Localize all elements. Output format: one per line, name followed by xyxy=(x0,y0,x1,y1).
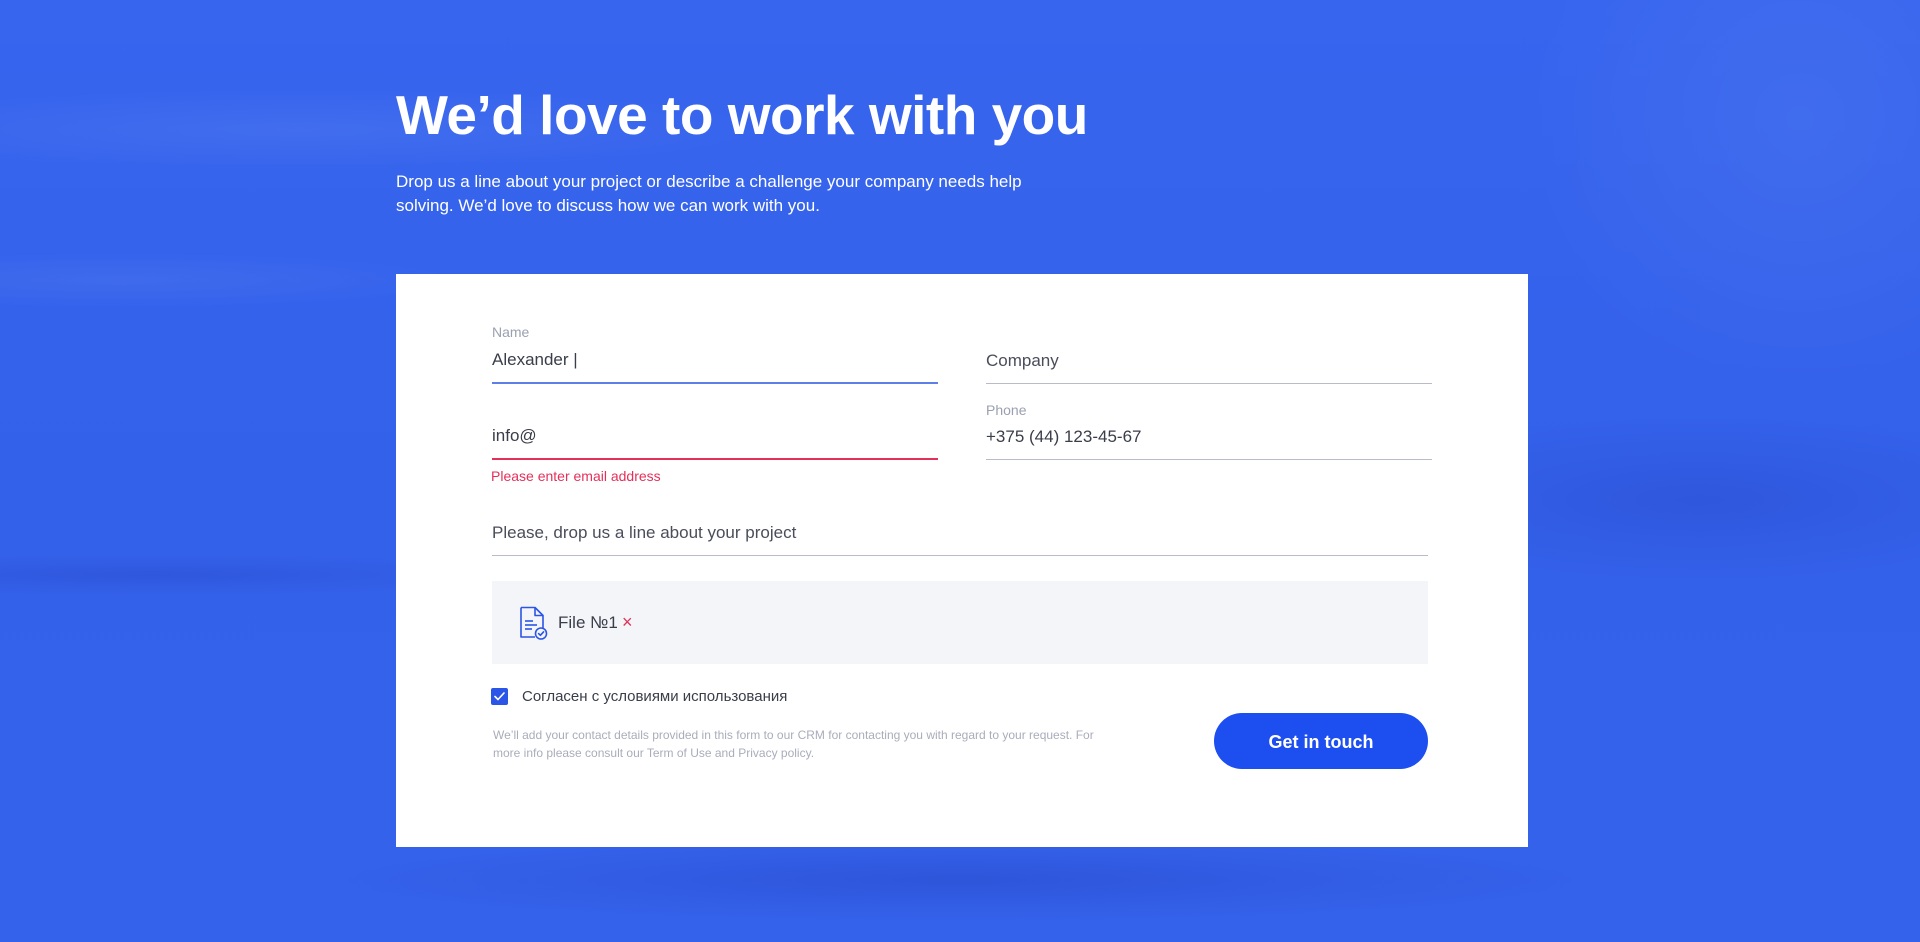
phone-field-label: Phone xyxy=(986,402,1027,418)
name-field-label: Name xyxy=(492,324,530,340)
get-in-touch-button[interactable]: Get in touch xyxy=(1214,713,1428,769)
privacy-disclaimer: We’ll add your contact details provided … xyxy=(493,728,1094,760)
remove-attachment-button[interactable]: × xyxy=(622,612,633,633)
message-field[interactable]: Please, drop us a line about your projec… xyxy=(492,500,1428,556)
checkmark-icon xyxy=(494,692,505,701)
phone-field-value[interactable]: +375 (44) 123-45-67 xyxy=(986,427,1141,447)
page-title: We’d love to work with you xyxy=(396,84,1088,146)
message-field-placeholder[interactable]: Please, drop us a line about your projec… xyxy=(492,523,796,543)
page-description: Drop us a line about your project or des… xyxy=(396,172,1022,215)
contact-form-card: Name Alexander | Company info@ Please en… xyxy=(396,274,1528,847)
name-field-value[interactable]: Alexander | xyxy=(492,350,578,370)
file-check-icon xyxy=(518,606,548,640)
phone-field[interactable]: Phone +375 (44) 123-45-67 xyxy=(986,402,1432,460)
attachment-box: File №1 × xyxy=(492,581,1428,664)
email-field[interactable]: info@ xyxy=(492,400,938,460)
company-field-placeholder[interactable]: Company xyxy=(986,351,1059,371)
attachment-file-name: File №1 xyxy=(558,613,618,632)
email-error-message: Please enter email address xyxy=(491,468,661,484)
consent-checkbox[interactable] xyxy=(491,688,508,705)
hero-section: We’d love to work with you Drop us a lin… xyxy=(396,80,1156,218)
consent-label[interactable]: Согласен с условиями использования xyxy=(522,688,787,705)
company-field[interactable]: Company xyxy=(986,324,1432,384)
email-field-value[interactable]: info@ xyxy=(492,426,537,446)
name-field[interactable]: Name Alexander | xyxy=(492,324,938,384)
